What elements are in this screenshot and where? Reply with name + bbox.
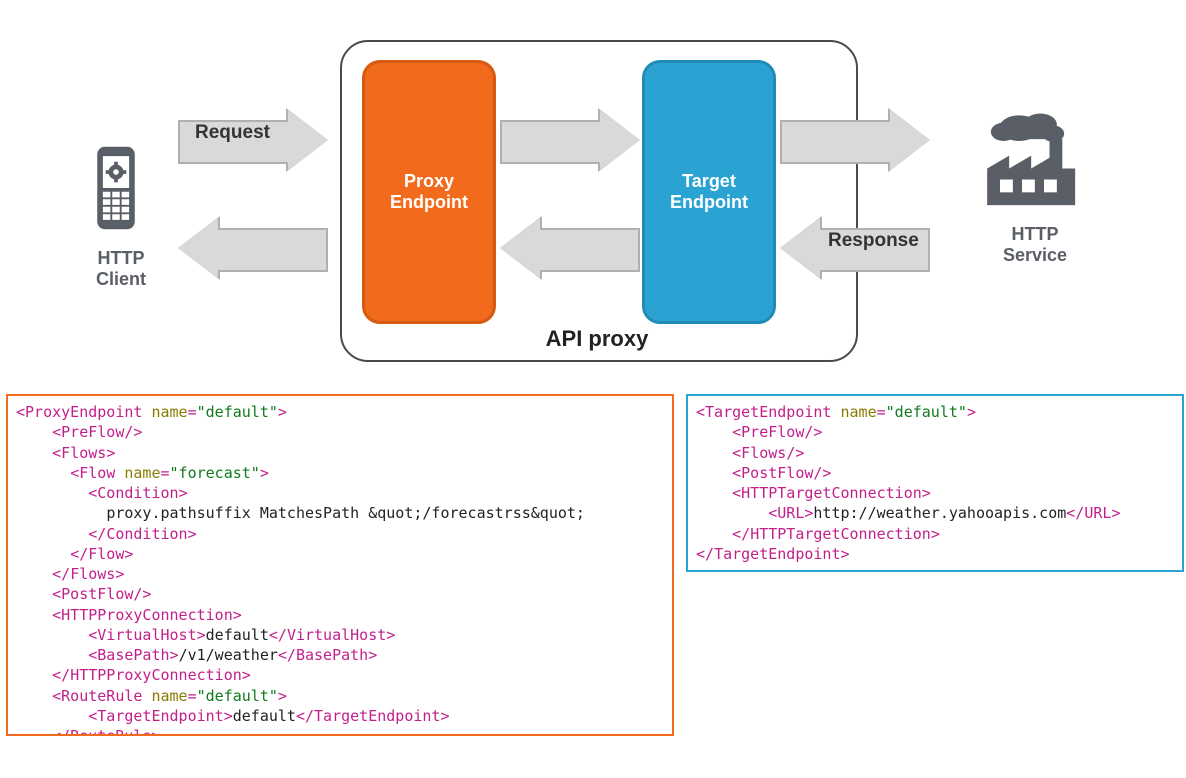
response-label: Response (828, 230, 919, 252)
arrow-target-to-proxy (500, 220, 640, 276)
arrow-proxy-to-target (500, 112, 640, 168)
arrow-to-client (178, 220, 328, 276)
arrow-to-service (780, 112, 930, 168)
request-label: Request (195, 122, 270, 144)
target-endpoint-xml: <TargetEndpoint name="default"> <PreFlow… (686, 394, 1184, 572)
api-proxy-label: API proxy (340, 326, 854, 352)
http-service-icon (968, 108, 1088, 223)
http-client-label: HTTP Client (76, 248, 166, 290)
http-client-icon (86, 140, 166, 241)
proxy-endpoint-xml: <ProxyEndpoint name="default"> <PreFlow/… (6, 394, 674, 736)
proxy-endpoint-box: Proxy Endpoint (362, 60, 496, 324)
http-service-label: HTTP Service (980, 224, 1090, 266)
target-endpoint-box: Target Endpoint (642, 60, 776, 324)
diagram-root: HTTP Client (0, 0, 1186, 778)
